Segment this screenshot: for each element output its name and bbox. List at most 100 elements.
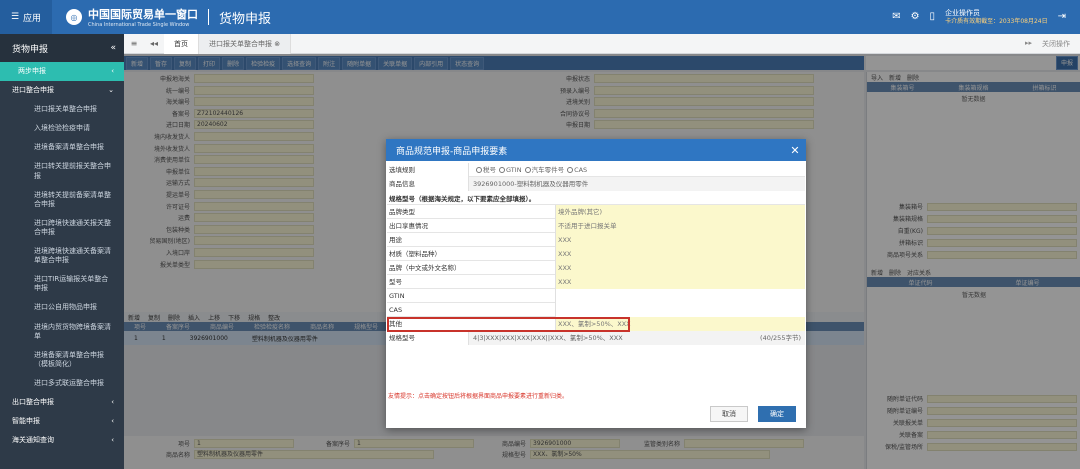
goods-element-dialog: 商品规范申报-商品申报要素 ✕ 选填规则 税号 GTIN 汽车零件号 CAS 商品信息… bbox=[386, 139, 806, 428]
element-row: 品牌类型 境外品牌(其它) bbox=[387, 204, 805, 219]
tab-scroll-right-icon[interactable]: ▸▸ bbox=[1025, 39, 1032, 49]
sidebar-list: 两步申报 ‹ 进口整合申报 ⌄ 进口报关单整合申报 入境检验检疫申请 进境备案清单整合申报进… bbox=[0, 62, 124, 450]
element-label: GTIN bbox=[389, 291, 405, 300]
sidebar-item-label: 进口公自用物品申报 bbox=[34, 303, 97, 312]
fill-rule-row: 选填规则 税号 GTIN 汽车零件号 CAS bbox=[387, 162, 805, 177]
radio-label: GTIN bbox=[506, 165, 522, 174]
sidebar-item[interactable]: 两步申报 ‹ bbox=[0, 62, 124, 82]
sidebar-item-label: 进口转关提前报关整合申报 bbox=[34, 162, 111, 180]
sidebar-item[interactable]: 出口整合申报 ‹ bbox=[0, 393, 124, 412]
radio-label: 税号 bbox=[483, 165, 496, 174]
radio-label: CAS bbox=[574, 165, 588, 174]
app-menu-button[interactable]: ☰ 应用 bbox=[0, 0, 52, 34]
sidebar-title: 货物申报 « bbox=[0, 34, 124, 62]
element-row: 品牌（中文或外文名称） XXX bbox=[387, 260, 805, 275]
sidebar-item-label: 智能申报 bbox=[12, 417, 40, 426]
element-input[interactable]: XXX bbox=[555, 260, 805, 275]
dialog-title: 商品规范申报-商品申报要素 bbox=[396, 146, 508, 157]
chevron-icon: ‹ bbox=[111, 397, 114, 406]
element-label: CAS bbox=[389, 305, 403, 314]
user-role: 企业操作员 bbox=[945, 9, 981, 18]
chevron-icon: ‹ bbox=[111, 417, 114, 426]
highlight-box bbox=[387, 317, 630, 332]
logo: ◎ 中国国际贸易单一窗口 China International Trade S… bbox=[66, 6, 198, 28]
chevron-icon: ⌄ bbox=[108, 86, 114, 95]
tab-bar: ≡ ◂◂ 首页 进口报关单整合申报 ⊗ ▸▸ 关闭操作 bbox=[124, 33, 1080, 54]
confirm-button[interactable]: 确定 bbox=[758, 406, 796, 422]
sidebar-item[interactable]: 进境跨境快速通关备案清单整合申报 bbox=[0, 242, 124, 270]
sidebar-item-label: 进口报关单整合申报 bbox=[34, 105, 97, 114]
sidebar-item[interactable]: 进口转关提前报关整合申报 bbox=[0, 157, 124, 185]
spec-row-label: 规格型号 bbox=[387, 330, 469, 345]
element-input[interactable]: XXX bbox=[555, 246, 805, 261]
element-input[interactable]: XXX bbox=[555, 232, 805, 247]
sidebar-item[interactable]: 海关通知查询 ‹ bbox=[0, 431, 124, 450]
app-title: 货物申报 bbox=[219, 11, 272, 27]
sidebar-item[interactable]: 进口TIR运输报关单整合申报 bbox=[0, 270, 124, 298]
tab-import-declaration[interactable]: 进口报关单整合申报 ⊗ bbox=[198, 33, 292, 54]
element-label: 品牌类型 bbox=[389, 207, 415, 216]
sidebar-item[interactable]: 进境内贸货物跨境备案清单 bbox=[0, 318, 124, 346]
sidebar-item[interactable]: 智能申报 ‹ bbox=[0, 412, 124, 431]
sidebar-item[interactable]: 进境备案清单整合申报 bbox=[0, 138, 124, 157]
close-tab-icon[interactable]: ⊗ bbox=[274, 40, 280, 48]
sidebar-item[interactable]: 进口多式联运整合申报 bbox=[0, 374, 124, 393]
fill-rule-options: 税号 GTIN 汽车零件号 CAS bbox=[469, 163, 805, 177]
close-icon[interactable]: ✕ bbox=[784, 144, 806, 157]
spec-value: 4|3|XXX|XXX|XXX|XXX||XXX、氯制>50%、XXX (40/… bbox=[469, 330, 805, 345]
mail-icon[interactable]: ✉ bbox=[892, 11, 900, 22]
sidebar-item-label: 进境备案清单整合申报（模板简化） bbox=[34, 350, 104, 368]
sidebar-item[interactable]: 进口公自用物品申报 bbox=[0, 298, 124, 317]
tab-scroll-left-icon[interactable]: ◂◂ bbox=[144, 39, 164, 48]
radio-3[interactable] bbox=[567, 166, 574, 173]
element-row: CAS bbox=[387, 302, 805, 317]
sidebar-item[interactable]: 进口报关单整合申报 bbox=[0, 100, 124, 119]
goods-info-row: 商品信息 3926901000-塑料制机器及仪器用零件 bbox=[387, 176, 805, 191]
dialog-footer: 取消 确定 bbox=[710, 406, 796, 422]
sidebar-item[interactable]: 入境检验检疫申请 bbox=[0, 119, 124, 138]
element-input[interactable]: XXX bbox=[555, 274, 805, 289]
collapse-sidebar-icon[interactable]: « bbox=[110, 43, 116, 53]
element-input[interactable]: 不适用于进口报关单 bbox=[555, 218, 805, 233]
sidebar-item-label: 进口跨境快速通关报关整合申报 bbox=[34, 218, 111, 236]
sidebar-item[interactable]: 进口整合申报 ⌄ bbox=[0, 81, 124, 100]
element-row: 型号 XXX bbox=[387, 274, 805, 289]
mobile-icon[interactable]: ▯ bbox=[930, 11, 936, 22]
sidebar-item[interactable]: 进境备案清单整合申报（模板简化） bbox=[0, 346, 124, 374]
app-menu-label: 应用 bbox=[23, 13, 42, 24]
sidebar-item-label: 进境转关提前备案清单整合申报 bbox=[34, 190, 111, 208]
element-input[interactable]: 境外品牌(其它) bbox=[555, 204, 805, 219]
title-divider bbox=[208, 9, 209, 25]
cancel-button[interactable]: 取消 bbox=[710, 406, 748, 422]
tab-home[interactable]: 首页 bbox=[164, 33, 198, 54]
spec-row: 规格型号 4|3|XXX|XXX|XXX|XXX||XXX、氯制>50%、XXX… bbox=[387, 330, 805, 345]
logout-icon[interactable]: ⇥ bbox=[1058, 11, 1066, 22]
user-info[interactable]: 企业操作员 卡介质有效期截至：2033年08月24日 bbox=[945, 9, 1048, 25]
fill-rule-label: 选填规则 bbox=[387, 162, 469, 177]
sidebar-item[interactable]: 进境转关提前备案清单整合申报 bbox=[0, 186, 124, 214]
sidebar-item-label: 进境跨境快速通关备案清单整合申报 bbox=[34, 247, 111, 265]
dialog-header: 商品规范申报-商品申报要素 ✕ bbox=[386, 139, 806, 161]
radio-0[interactable] bbox=[476, 166, 482, 173]
element-input[interactable] bbox=[555, 302, 805, 317]
settings-icon[interactable]: ⚙ bbox=[911, 11, 920, 22]
sidebar-item-label: 进口TIR运输报关单整合申报 bbox=[34, 275, 109, 293]
sidebar-item-label: 出口整合申报 bbox=[12, 397, 54, 406]
sidebar-item-label: 进境内贸货物跨境备案清单 bbox=[34, 322, 111, 340]
close-all-tabs[interactable]: 关闭操作 bbox=[1042, 39, 1070, 49]
element-row: 用途 XXX bbox=[387, 232, 805, 247]
radio-1[interactable] bbox=[499, 166, 505, 173]
spec-byte-count: (40/255字节) bbox=[760, 333, 801, 342]
sidebar-item[interactable]: 进口跨境快速通关报关整合申报 bbox=[0, 214, 124, 242]
element-row: 出口享惠情况 不适用于进口报关单 bbox=[387, 218, 805, 233]
element-label: 品牌（中文或外文名称） bbox=[389, 263, 461, 272]
menu-toggle-icon[interactable]: ≡ bbox=[124, 39, 144, 48]
chevron-icon: ‹ bbox=[111, 67, 114, 75]
radio-2[interactable] bbox=[524, 166, 531, 173]
element-input[interactable] bbox=[555, 288, 805, 303]
element-note: 规格型号（根据海关规定，以下要素应全部填报）。 bbox=[387, 191, 805, 205]
element-row: 材质（塑料品种） XXX bbox=[387, 246, 805, 261]
emblem-icon: ◎ bbox=[66, 9, 82, 25]
top-bar: ☰ 应用 ◎ 中国国际贸易单一窗口 China International Tr… bbox=[0, 0, 1080, 34]
sidebar-item-label: 进境备案清单整合申报 bbox=[34, 143, 104, 152]
